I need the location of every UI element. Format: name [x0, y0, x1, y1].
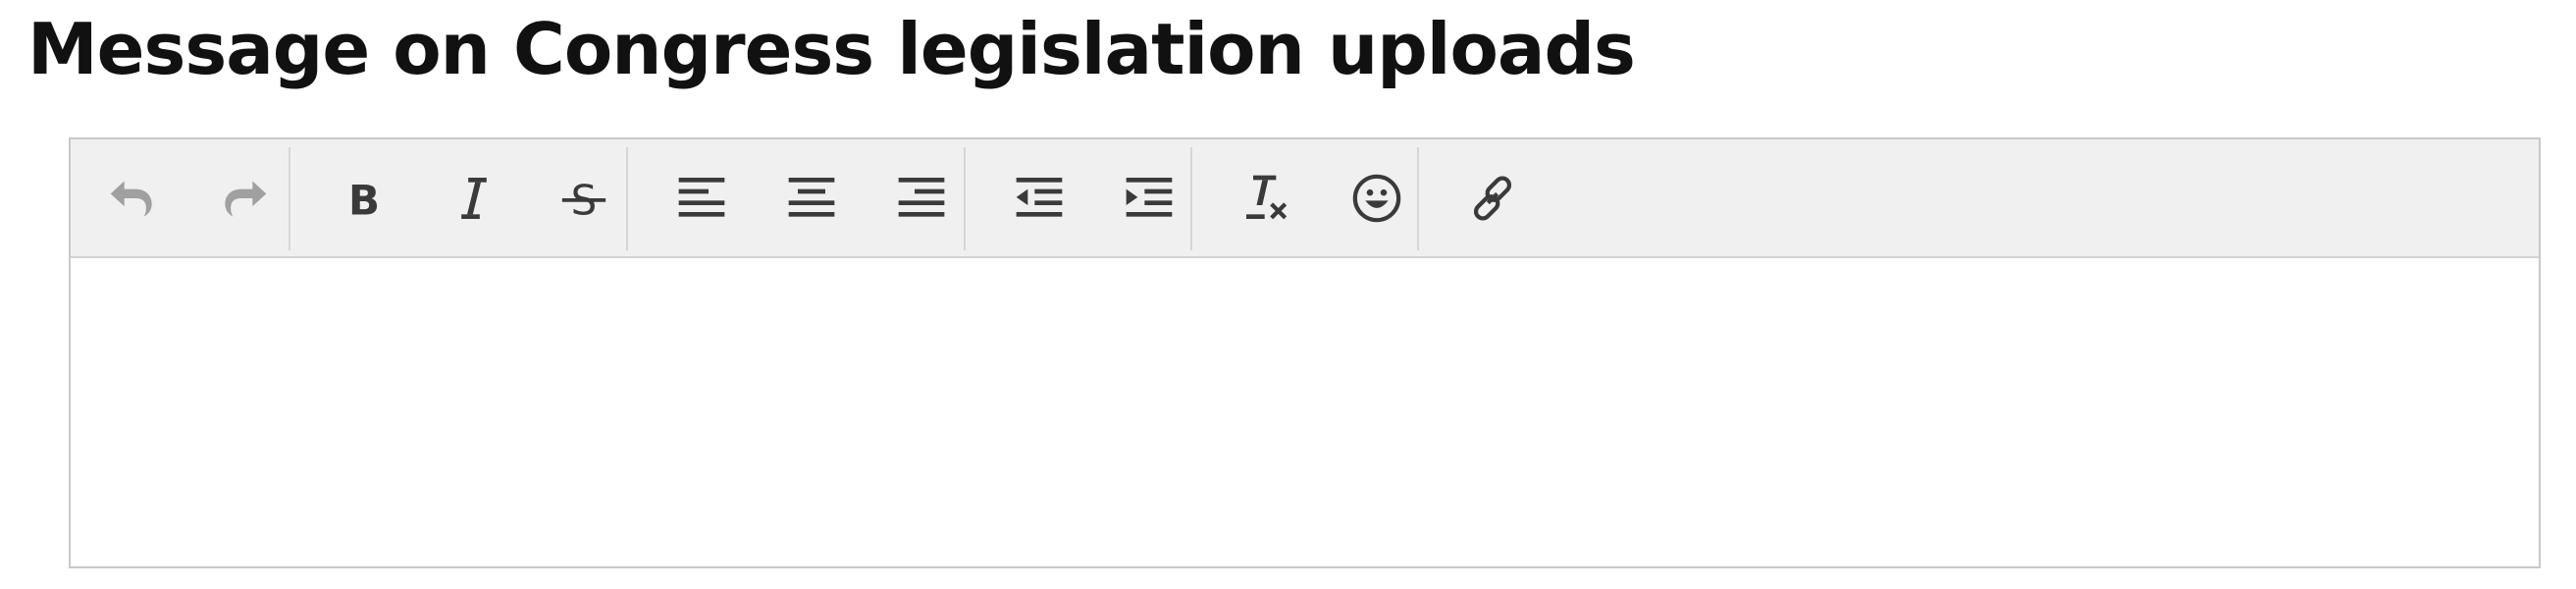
indent-icon	[1126, 177, 1173, 217]
clear-formatting-icon	[1246, 175, 1288, 219]
emoticons-button[interactable]	[1322, 139, 1432, 256]
align-center-icon	[788, 177, 835, 217]
toolbar-separator	[289, 147, 290, 250]
toolbar-separator	[1190, 147, 1192, 250]
undo-button[interactable]	[79, 139, 188, 256]
emoticon-icon	[1352, 174, 1401, 222]
align-right-button[interactable]	[867, 139, 976, 256]
link-icon	[1473, 175, 1512, 221]
indent-button[interactable]	[1094, 139, 1204, 256]
italic-icon	[461, 177, 487, 219]
svg-text:B: B	[348, 176, 380, 224]
align-right-icon	[898, 177, 945, 217]
outdent-button[interactable]	[984, 139, 1094, 256]
insert-link-button[interactable]	[1438, 139, 1548, 256]
clear-formatting-button[interactable]	[1212, 139, 1322, 256]
editor-content-area[interactable]	[71, 258, 2539, 566]
toolbar-separator	[964, 147, 966, 250]
redo-icon	[225, 181, 267, 217]
bold-icon: B	[348, 176, 380, 224]
strikethrough-icon: S	[561, 176, 606, 224]
page-title: Message on Congress legislation uploads	[27, 8, 1636, 90]
align-left-icon	[678, 177, 725, 217]
toolbar-separator	[1417, 147, 1419, 250]
strikethrough-button[interactable]: S	[529, 139, 639, 256]
outdent-icon	[1016, 177, 1063, 217]
bold-button[interactable]: B	[309, 139, 419, 256]
italic-button[interactable]	[419, 139, 529, 256]
align-center-button[interactable]	[757, 139, 867, 256]
rich-text-editor: B S	[69, 137, 2541, 568]
editor-toolbar: B S	[71, 139, 2539, 258]
redo-button[interactable]	[188, 139, 298, 256]
toolbar-separator	[626, 147, 628, 250]
align-left-button[interactable]	[647, 139, 757, 256]
undo-icon	[110, 181, 152, 217]
